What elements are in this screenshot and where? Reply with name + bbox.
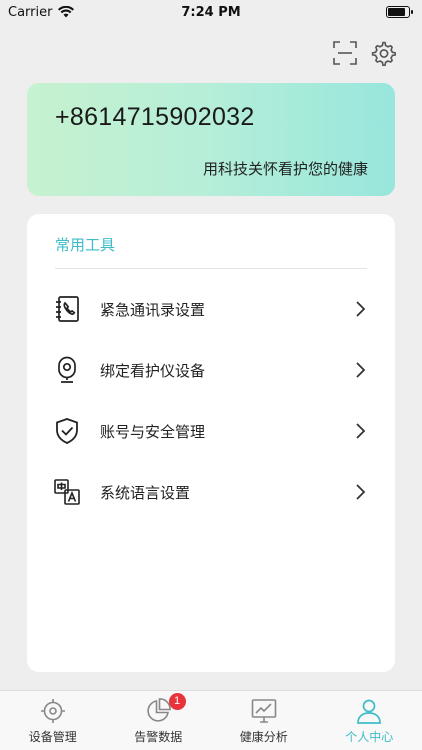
phone-number: +8614715902032 [55, 103, 255, 131]
trend-chart-icon [251, 699, 277, 723]
carrier-label: Carrier [8, 4, 53, 20]
tab-label: 设备管理 [28, 730, 77, 744]
tab-personal-center[interactable]: 个人中心 [317, 691, 422, 750]
battery-level [388, 8, 405, 16]
status-left: Carrier [8, 4, 75, 20]
divider [55, 268, 367, 269]
tab-label: 健康分析 [239, 730, 288, 744]
tool-item-account-security[interactable]: 账号与安全管理 [27, 408, 395, 454]
gear-icon[interactable] [370, 40, 396, 66]
chevron-right-icon [356, 484, 366, 500]
tab-health-analysis[interactable]: 健康分析 [211, 691, 317, 750]
tools-card: 常用工具 紧急通讯录设置 绑定看护仪设备 账号与安全管理 系统语言设置 [27, 214, 395, 672]
chevron-right-icon [356, 362, 366, 378]
target-icon [40, 699, 65, 723]
battery-icon [386, 6, 413, 18]
chevron-right-icon [356, 423, 366, 439]
tab-bar: 设备管理 1 告警数据 健康分析 个人中心 [0, 690, 422, 750]
user-icon [357, 699, 382, 724]
tab-alarm-data[interactable]: 1 告警数据 [106, 691, 212, 750]
tool-label: 账号与安全管理 [100, 422, 206, 441]
tab-label: 个人中心 [345, 730, 394, 744]
tool-label: 紧急通讯录设置 [100, 300, 206, 319]
top-actions [332, 40, 396, 66]
alarm-badge: 1 [168, 693, 186, 710]
profile-slogan: 用科技关怀看护您的健康 [202, 160, 368, 178]
tool-item-emergency-contacts[interactable]: 紧急通讯录设置 [27, 286, 395, 332]
tab-label: 告警数据 [134, 730, 183, 744]
shield-check-icon [56, 418, 78, 444]
chevron-right-icon [356, 301, 366, 317]
camera-device-icon [58, 356, 76, 383]
tool-item-language-settings[interactable]: 系统语言设置 [27, 469, 395, 515]
wifi-icon [58, 6, 75, 18]
language-translate-icon [54, 479, 80, 505]
tab-device-management[interactable]: 设备管理 [0, 691, 106, 750]
tool-item-bind-device[interactable]: 绑定看护仪设备 [27, 347, 395, 393]
pie-chart-icon [147, 698, 172, 722]
contact-book-icon [56, 296, 79, 322]
section-title: 常用工具 [55, 236, 116, 254]
profile-card[interactable]: +8614715902032 用科技关怀看护您的健康 [27, 83, 395, 196]
tool-label: 绑定看护仪设备 [100, 361, 206, 380]
status-bar: Carrier 7:24 PM [0, 0, 422, 24]
scan-icon[interactable] [332, 40, 358, 66]
tool-label: 系统语言设置 [100, 483, 191, 502]
